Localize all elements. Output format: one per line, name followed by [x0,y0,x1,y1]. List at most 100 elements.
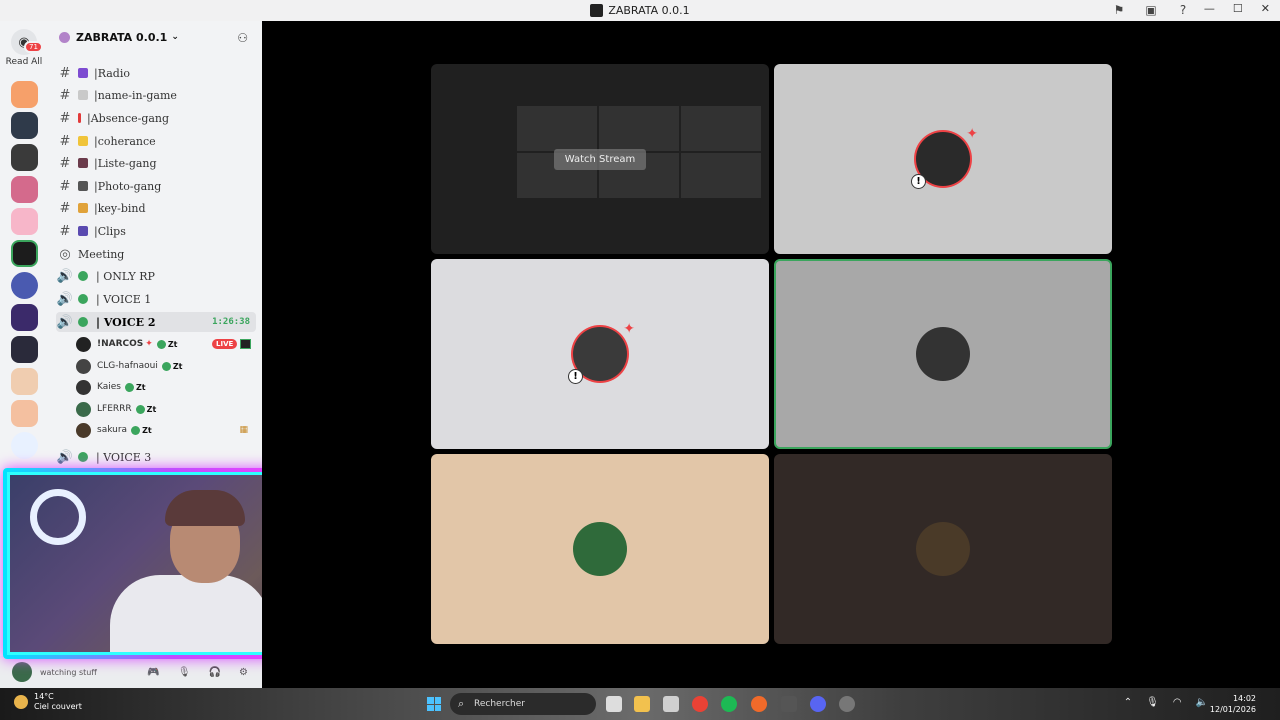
avatar: ✦ ! [911,126,978,189]
voice-member-clg-hafnaoui[interactable]: CLG-hafnaoui Zt [76,356,252,376]
taskbar-search[interactable]: ⌕ Rechercher [450,693,596,715]
taskbar-clock[interactable]: 14:02 12/01/2026 [1210,693,1256,715]
server-icon-7[interactable] [11,272,38,299]
voice-channel-voice-2[interactable]: 🔊 | VOICE 2 1:26:38 [56,312,256,332]
voice-member-lferrr[interactable]: LFERRR Zt [76,399,252,419]
member-tag: Zt [135,404,156,414]
microphone-icon[interactable]: 🎙 [1146,697,1159,708]
read-all-button[interactable]: Read All [0,57,48,67]
discord-icon[interactable] [810,696,826,712]
member-name: CLG-hafnaoui [97,361,158,371]
close-button[interactable]: ✕ [1261,2,1270,15]
file-explorer-icon[interactable] [634,696,650,712]
channel-coherance[interactable]: # | coherance [56,131,256,151]
participant-tile[interactable] [774,454,1112,644]
tag-icon [156,339,166,349]
hashtag-icon: # [59,223,71,239]
avatar[interactable] [12,662,32,682]
server-name: ZABRATA 0.0.1 [76,30,168,44]
participant-tile[interactable]: ✦ ! [774,64,1112,254]
voice-member-sakura[interactable]: sakura Zt ▦ [76,420,252,440]
spotify-icon[interactable] [721,696,737,712]
voice-channel-voice-3[interactable]: 🔊 | VOICE 3 [56,447,256,467]
scroll-icon [78,90,88,100]
stream-tile[interactable]: Watch Stream [431,64,769,254]
channel-photo-gang[interactable]: # | Photo-gang [56,176,256,196]
server-icon-9[interactable] [11,336,38,363]
muted-icon: ! [911,174,926,189]
channel-name: Photo-gang [97,179,162,193]
channel-name: Liste-gang [97,156,157,170]
status-dot-icon [78,452,88,462]
server-icon-1[interactable] [11,81,38,108]
maximize-button[interactable]: ☐ [1233,2,1243,15]
server-icon-5[interactable] [11,208,38,235]
channel-liste-gang[interactable]: # | Liste-gang [56,153,256,173]
channel-clips[interactable]: # | Clips [56,221,256,241]
server-icon-zabrata[interactable] [11,240,38,267]
title-bar: ZABRATA 0.0.1 ⚑ ▣ ? — ☐ ✕ [0,0,1280,21]
server-icon-12[interactable] [11,432,38,459]
channel-absence-gang[interactable]: # | Absence-gang [56,108,256,128]
speaker-icon: 🔊 [56,449,74,465]
star-icon: ✦ [623,321,635,337]
app-icon[interactable] [839,696,855,712]
flag-icon[interactable]: ⚑ [1112,3,1126,17]
hashtag-icon: # [59,87,71,103]
member-tag: Zt [156,339,177,349]
server-icon-2[interactable] [11,112,38,139]
headphones-icon[interactable]: 🎧 [209,667,221,678]
search-icon: ⌕ [458,697,465,710]
wifi-icon[interactable]: ◠ [1173,697,1182,708]
search-placeholder: Rechercher [474,699,525,709]
channel-name: Absence-gang [90,111,170,125]
chevron-down-icon: ⌄ [171,32,179,42]
speaker-icon: 🔊 [56,291,74,307]
participant-tile[interactable] [431,454,769,644]
participant-tile-speaking[interactable] [774,259,1112,449]
store-icon[interactable] [663,696,679,712]
weather-widget[interactable]: 14°C Ciel couvert [14,692,82,712]
watch-stream-button[interactable]: Watch Stream [553,148,647,170]
inbox-icon[interactable]: ▣ [1144,3,1158,17]
video-stage: Watch Stream ✦ ! ✦ ! [262,21,1280,688]
voice-channel-only-rp[interactable]: 🔊 | ONLY RP [56,266,256,286]
channel-name-in-game[interactable]: # | name-in-game [56,85,256,105]
avatar [76,379,91,395]
terminal-icon[interactable] [781,696,797,712]
server-icon-10[interactable] [11,368,38,395]
channel-meeting[interactable]: ◎ Meeting [56,244,256,264]
help-icon[interactable]: ? [1176,3,1190,17]
browser-icon[interactable] [751,696,767,712]
windows-taskbar: 14°C Ciel couvert ⌕ Rechercher ⌃ 🎙 ◠ 🔈 1… [0,688,1280,720]
channel-key-bind[interactable]: # | key-bind [56,198,256,218]
hashtag-icon: # [59,155,71,171]
avatar: ✦ ! [568,321,635,384]
member-tag-text: Zt [172,361,183,371]
server-icon-11[interactable] [11,400,38,427]
chevron-up-icon[interactable]: ⌃ [1124,697,1132,708]
exclamation-icon [78,113,81,123]
settings-gear-icon[interactable]: ⚙ [239,667,248,678]
add-member-icon[interactable]: ⚇ [237,31,248,45]
hashtag-icon: # [59,178,71,194]
channel-name: | VOICE 1 [96,292,152,306]
windows-start-icon[interactable] [427,697,441,711]
server-header[interactable]: ZABRATA 0.0.1 ⌄ ⚇ [48,21,262,53]
channel-radio[interactable]: # | Radio [56,63,256,83]
task-view-icon[interactable] [606,696,622,712]
voice-member-kaies[interactable]: Kaies Zt [76,377,252,397]
live-badge: LIVE [212,339,238,349]
microphone-icon[interactable]: 🎙 [178,667,191,678]
tag-icon [125,382,134,392]
gamepad-icon[interactable]: 🎮 [147,667,159,678]
chrome-icon[interactable] [692,696,708,712]
participant-tile[interactable]: ✦ ! [431,259,769,449]
server-icon-8[interactable] [11,304,38,331]
minimize-button[interactable]: — [1204,2,1215,15]
server-icon-4[interactable] [11,176,38,203]
stream-preview-icon[interactable] [240,339,251,349]
server-icon-3[interactable] [11,144,38,171]
volume-icon[interactable]: 🔈 [1196,697,1208,708]
voice-channel-voice-1[interactable]: 🔊 | VOICE 1 [56,289,256,309]
